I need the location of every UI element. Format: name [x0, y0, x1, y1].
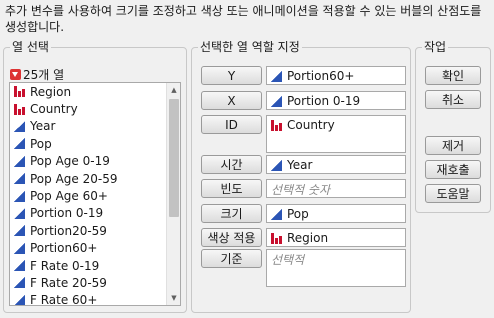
column-count-label: 25개 열 [23, 68, 65, 82]
role-placeholder-text: 선택적 숫자 [271, 182, 331, 197]
role-assigned-column[interactable]: Country [267, 116, 405, 134]
column-list-item-label: Pop Age 60+ [30, 189, 108, 204]
column-list-item-label: Portion60+ [30, 241, 98, 256]
scroll-up-arrow-icon[interactable]: ▲ [167, 83, 180, 97]
column-list-item-label: F Rate 20-59 [30, 275, 107, 290]
column-list-item[interactable]: F Rate 0-19 [10, 257, 166, 274]
column-list-item[interactable]: Pop [10, 135, 166, 152]
role-target-box[interactable]: 선택적 숫자 [266, 179, 406, 198]
role-assigned-label: Portion 0-19 [287, 94, 361, 108]
column-list-item[interactable]: Pop Age 0-19 [10, 153, 166, 170]
continuous-icon [14, 207, 25, 219]
column-list-item[interactable]: Portion 0-19 [10, 205, 166, 222]
continuous-icon [271, 159, 282, 171]
role-target-box[interactable]: 선택적 [266, 249, 406, 287]
column-list-item-label: F Rate 0-19 [30, 258, 100, 273]
role-button[interactable]: 빈도 [201, 179, 262, 198]
column-list-item-label: Year [30, 119, 56, 134]
column-list-item[interactable]: Pop Age 20-59 [10, 170, 166, 187]
column-list-item-label: Country [30, 102, 78, 117]
role-button[interactable]: ID [201, 115, 262, 134]
actions-title: 작업 [422, 40, 449, 54]
continuous-icon [271, 95, 282, 107]
role-assigned-label: Year [287, 158, 313, 172]
continuous-icon [14, 277, 25, 289]
continuous-icon [14, 138, 25, 150]
ok-button[interactable]: 확인 [425, 66, 481, 85]
cancel-button[interactable]: 취소 [425, 90, 481, 109]
column-count-row[interactable]: 25개 열 [10, 66, 64, 83]
disclosure-dropdown-icon[interactable] [10, 69, 21, 80]
continuous-icon [14, 120, 25, 132]
recall-button[interactable]: 재호출 [425, 160, 481, 179]
role-assigned-column[interactable]: Region [267, 229, 405, 247]
role-target-box[interactable]: Pop [266, 204, 406, 223]
nominal-icon [14, 103, 25, 115]
role-placeholder-text: 선택적 [271, 252, 305, 267]
column-list-item[interactable]: Year [10, 118, 166, 135]
actions-panel: 작업 확인 취소 제거 재호출 도움말 [415, 40, 491, 213]
role-assigned-column[interactable]: Pop [267, 205, 405, 223]
role-target-box[interactable]: Portion60+ [266, 66, 406, 85]
role-target-box[interactable]: Region [266, 228, 406, 247]
role-assigned-label: Country [287, 118, 335, 132]
role-assigned-label: Portion60+ [287, 69, 355, 83]
column-list-item[interactable]: Pop Age 60+ [10, 187, 166, 204]
continuous-icon [14, 225, 25, 237]
continuous-icon [14, 260, 25, 272]
column-list-scrollbar[interactable]: ▲ ▼ [166, 83, 180, 305]
nominal-icon [271, 232, 282, 244]
role-button[interactable]: X [201, 91, 262, 110]
column-list-item[interactable]: F Rate 60+ [10, 292, 166, 306]
column-list-item-label: Pop [30, 136, 52, 151]
role-target-box[interactable]: Portion 0-19 [266, 91, 406, 110]
continuous-icon [14, 155, 25, 167]
continuous-icon [14, 190, 25, 202]
select-columns-title: 열 선택 [10, 40, 51, 54]
role-assigned-label: Pop [287, 207, 309, 221]
role-button[interactable]: 색상 적용 [201, 228, 262, 247]
dialog-description: 추가 변수를 사용하여 크기를 조정하고 색상 또는 애니메이션을 적용할 수 … [5, 4, 482, 34]
role-target-box[interactable]: Country [266, 115, 406, 153]
continuous-icon [271, 70, 282, 82]
column-list-item[interactable]: Country [10, 100, 166, 117]
help-button[interactable]: 도움말 [425, 184, 481, 203]
select-columns-panel: 열 선택 25개 열 Region Country Year Pop Pop Age 0… [3, 40, 187, 313]
role-assigned-column[interactable]: Portion60+ [267, 67, 405, 85]
column-list-item[interactable]: Region [10, 83, 166, 100]
column-list-item-label: Region [30, 84, 72, 99]
nominal-icon [14, 86, 25, 98]
column-list-item-label: Pop Age 0-19 [30, 154, 110, 169]
role-button[interactable]: 기준 [201, 249, 262, 268]
cast-roles-title: 선택한 열 역할 지정 [198, 40, 302, 54]
scroll-down-arrow-icon[interactable]: ▼ [167, 291, 180, 305]
role-assigned-column[interactable]: Portion 0-19 [267, 92, 405, 110]
continuous-icon [271, 208, 282, 220]
role-button[interactable]: 크기 [201, 204, 262, 223]
column-list-item-label: Pop Age 20-59 [30, 171, 118, 186]
role-button[interactable]: 시간 [201, 155, 262, 174]
column-list-item-label: Portion 0-19 [30, 206, 104, 221]
remove-button[interactable]: 제거 [425, 136, 481, 155]
cast-roles-panel: 선택한 열 역할 지정 Y Portion60+ X Portion 0-19 ID Co… [191, 40, 411, 313]
scroll-thumb[interactable] [169, 99, 179, 217]
continuous-icon [14, 242, 25, 254]
column-list[interactable]: Region Country Year Pop Pop Age 0-19 Pop Age … [9, 82, 181, 306]
role-placeholder[interactable]: 선택적 [267, 250, 405, 268]
column-list-item-label: F Rate 60+ [30, 293, 98, 306]
role-target-box[interactable]: Year [266, 155, 406, 174]
column-list-item-label: Portion20-59 [30, 223, 107, 238]
column-list-item[interactable]: F Rate 20-59 [10, 274, 166, 291]
continuous-icon [14, 173, 25, 185]
role-button[interactable]: Y [201, 66, 262, 85]
role-assigned-label: Region [287, 231, 329, 245]
column-list-item[interactable]: Portion60+ [10, 240, 166, 257]
continuous-icon [14, 294, 25, 305]
column-list-item[interactable]: Portion20-59 [10, 222, 166, 239]
role-placeholder[interactable]: 선택적 숫자 [267, 180, 405, 198]
nominal-icon [271, 119, 282, 131]
role-assigned-column[interactable]: Year [267, 156, 405, 174]
